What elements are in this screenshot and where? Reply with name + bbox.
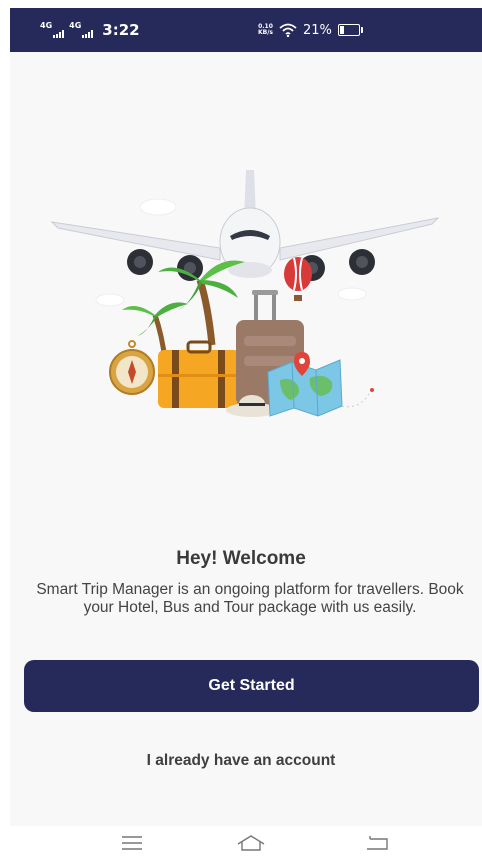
network-speed-unit: KB/s bbox=[258, 29, 273, 36]
signal-1: 4G bbox=[40, 21, 65, 38]
battery-icon bbox=[337, 24, 363, 36]
airplane-icon bbox=[50, 170, 440, 281]
welcome-title: Hey! Welcome bbox=[176, 548, 306, 569]
back-button[interactable] bbox=[357, 832, 397, 854]
hot-air-balloon-icon bbox=[284, 257, 312, 301]
back-icon bbox=[367, 836, 388, 850]
get-started-button[interactable]: Get Started bbox=[24, 660, 479, 712]
network-speed: 0.10 KB/s bbox=[258, 24, 273, 36]
menu-icon bbox=[122, 836, 142, 850]
wifi-icon bbox=[279, 23, 297, 37]
signal-2: 4G bbox=[69, 21, 94, 38]
existing-account-link[interactable]: I already have an account bbox=[0, 752, 482, 770]
travel-illustration bbox=[50, 170, 440, 417]
suitcase-icon bbox=[158, 340, 240, 408]
home-icon bbox=[237, 835, 265, 851]
home-button[interactable] bbox=[231, 832, 271, 854]
status-bar: 4G 4G 3:22 0.10 KB/s 21% bbox=[10, 8, 482, 52]
status-left: 4G 4G 3:22 bbox=[40, 8, 140, 52]
welcome-description: Smart Trip Manager is an ongoing platfor… bbox=[36, 581, 464, 616]
battery-fill bbox=[339, 26, 345, 34]
signal-bars-icon bbox=[82, 30, 94, 38]
menu-button[interactable] bbox=[112, 832, 152, 854]
network-type-2: 4G bbox=[69, 21, 82, 30]
status-right: 0.10 KB/s 21% bbox=[258, 8, 363, 52]
navigation-bar bbox=[0, 826, 482, 858]
compass-icon bbox=[109, 340, 155, 395]
battery-percent: 21% bbox=[303, 22, 332, 38]
signal-bars-icon bbox=[53, 30, 65, 38]
status-time: 3:22 bbox=[102, 21, 140, 39]
network-type-1: 4G bbox=[40, 21, 53, 30]
